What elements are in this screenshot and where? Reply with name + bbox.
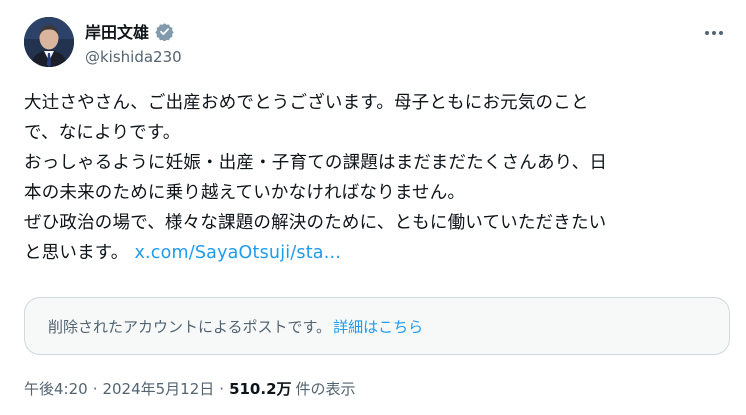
tweet-text-line: と思います。 [24,243,129,263]
tweet-text-line: で、なによりです。 [24,123,181,143]
author-display-name[interactable]: 岸田文雄 [85,19,149,43]
avatar[interactable] [24,17,74,67]
views-count[interactable]: 510.2万 [229,378,291,399]
meta-separator: · [219,379,225,398]
meta-separator: · [92,379,98,398]
tweet-text-line: おっしゃるように妊娠・出産・子育ての課題はまだまだたくさんあり、日 [24,153,608,173]
tweet-text-line: 本の未来のために乗り越えていかなければなりません。 [24,183,466,203]
quoted-post-unavailable: 削除されたアカウントによるポストです。 詳細はこちら [24,297,730,355]
views-label[interactable]: 件の表示 [296,378,356,399]
tweet-text-line: 大辻さやさん、ご出産おめでとうございます。母子ともにお元気のこと [24,93,589,113]
more-horizontal-icon[interactable] [702,23,726,43]
tweet-header: 岸田文雄 @kishida230 [24,17,726,73]
tweet-meta: 午後4:20 · 2024年5月12日 · 510.2万 件の表示 [24,378,356,399]
tweet-card: 岸田文雄 @kishida230 大辻さやさん、ご出産おめでとうございます。母子… [0,0,746,415]
learn-more-link[interactable]: 詳細はこちら [333,316,423,337]
author-block: 岸田文雄 @kishida230 [85,19,182,66]
verified-badge-icon[interactable] [155,22,174,42]
tweet-text: 大辻さやさん、ご出産おめでとうございます。母子ともにお元気のこと で、なによりで… [24,88,724,268]
post-time[interactable]: 午後4:20 [24,378,88,399]
tweet-text-last-line: と思います。 x.com/SayaOtsuji/sta... [24,238,724,268]
quote-notice: 削除されたアカウントによるポストです。 [48,317,332,336]
avatar-portrait [24,17,74,67]
tweet-text-line: ぜひ政治の場で、様々な課題の解決のために、ともに働いていただきたい [24,213,607,233]
author-handle[interactable]: @kishida230 [85,48,182,66]
post-date[interactable]: 2024年5月12日 [102,378,214,399]
tweet-link[interactable]: x.com/SayaOtsuji/sta... [134,243,341,263]
